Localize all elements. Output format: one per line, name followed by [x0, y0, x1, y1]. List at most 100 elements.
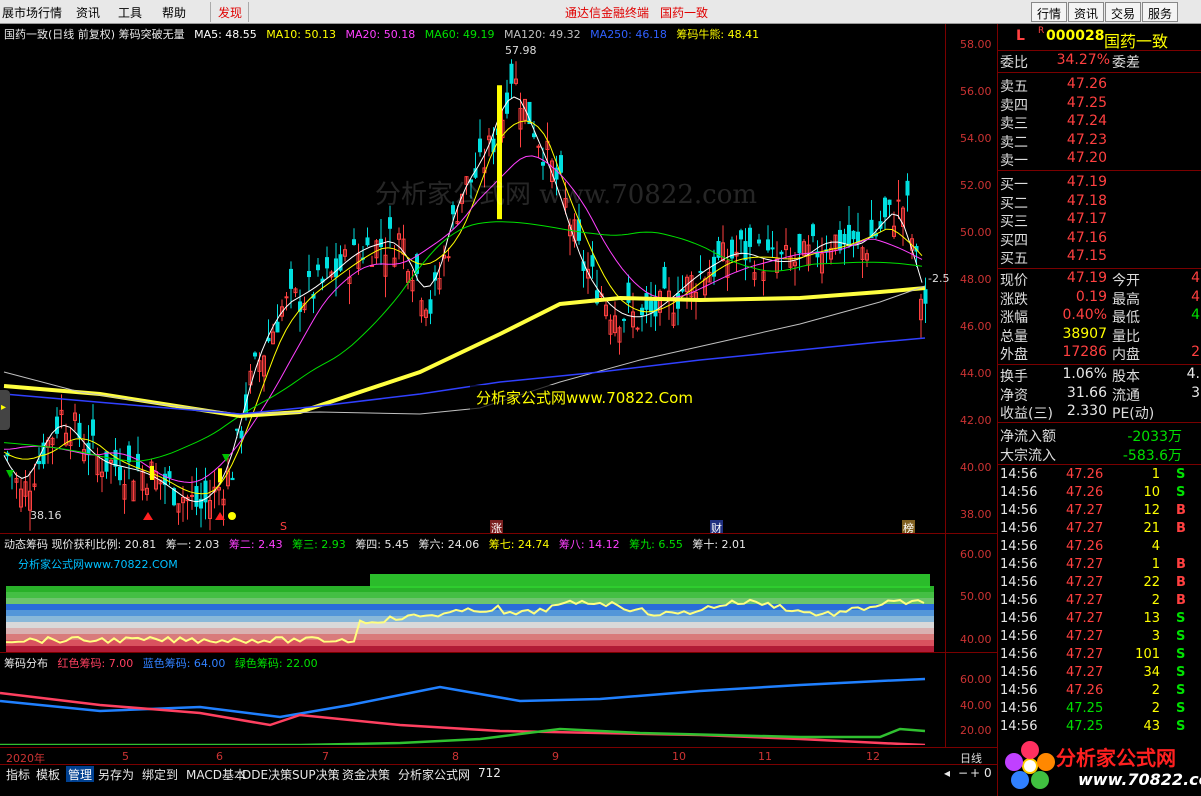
ask-row: 卖五 47.26 — [1000, 76, 1200, 95]
candle-body — [842, 233, 847, 245]
collapse-handle[interactable]: ▸ — [0, 390, 10, 430]
stock-code-row: L R 000028 国药一致 — [1000, 26, 1200, 51]
bid-row: 买三 47.17 — [1000, 211, 1200, 230]
candle-body — [559, 155, 563, 173]
stat-value: 47.19 — [1066, 270, 1107, 286]
tab-dde[interactable]: DDE决策 — [242, 766, 292, 783]
app-title: 通达信金融终端 — [565, 6, 650, 20]
tick-volume: 3 — [1151, 629, 1160, 644]
bid-label: 买一 — [1000, 177, 1028, 193]
menu-discover[interactable]: 发现 — [218, 4, 242, 21]
bid-price: 47.17 — [1066, 211, 1107, 227]
tick-flag: B — [1176, 593, 1186, 608]
stat-label-2: 量比 — [1112, 328, 1140, 345]
btn-quote[interactable]: 行情 — [1031, 2, 1068, 22]
candle-body — [352, 239, 356, 246]
site-logo: 分析家公式网 www.70822.com — [1000, 738, 1201, 794]
tick-list[interactable]: 14:56 47.26 1 S 14:56 47.26 10 S 14:56 47.27 12 B 14… — [998, 467, 1201, 747]
menu-market[interactable]: 展市场行情 — [2, 4, 62, 21]
kline-canvas[interactable] — [0, 42, 945, 532]
chip-band-top — [370, 574, 930, 588]
stat2-row: 收益(三) 2.330 PE(动) — [1000, 403, 1200, 422]
tick-row: 14:56 47.25 2 S — [1000, 701, 1190, 719]
tick-flag: B — [1176, 557, 1186, 572]
right-mark: -2.5 — [928, 272, 950, 285]
tab-indicator[interactable]: 指标 — [6, 766, 30, 783]
candle-body — [253, 352, 257, 357]
menu-news[interactable]: 资讯 — [76, 4, 100, 21]
flow-row: 大宗流入 -583.6万 — [1000, 445, 1200, 464]
tick-price: 47.26 — [1066, 539, 1104, 554]
tick-row: 14:56 47.26 1 S — [1000, 467, 1190, 485]
tab-712[interactable]: 712 — [478, 766, 501, 780]
ask-row: 卖一 47.20 — [1000, 150, 1200, 169]
candle-body — [739, 230, 743, 240]
tick-volume: 2 — [1151, 701, 1160, 716]
bid-row: 买一 47.19 — [1000, 174, 1200, 193]
reset-icon[interactable]: 0 — [984, 766, 992, 780]
kline-pane[interactable]: 国药一致(日线 前复权) 筹码突破无量 MA5: 48.55 MA10: 50.… — [0, 24, 997, 536]
dist-axis-20: 20.00 — [960, 724, 992, 737]
bid-row: 买四 47.16 — [1000, 229, 1200, 249]
watermark-big: 分析家公式网 www.70822.com — [375, 180, 758, 210]
btn-news[interactable]: 资讯 — [1068, 2, 1105, 22]
candle-body — [91, 419, 95, 436]
tick-volume: 2 — [1151, 683, 1160, 698]
btn-service[interactable]: 服务 — [1142, 2, 1179, 22]
tick-flag: S — [1176, 701, 1186, 716]
tick-row: 14:56 47.26 10 S — [1000, 485, 1190, 503]
ma120-label: MA120: 49.32 — [503, 28, 581, 41]
menu-tools[interactable]: 工具 — [118, 4, 142, 21]
candle-body — [856, 231, 860, 243]
divider — [998, 50, 1201, 51]
scroll-left-icon[interactable]: ◂ — [944, 766, 950, 780]
zoom-out-icon[interactable]: − — [958, 766, 968, 780]
chip-pane[interactable]: 动态筹码 现价获利比例: 20.81 筹一: 2.03 筹二: 2.43 筹三:… — [0, 534, 997, 652]
dist-canvas[interactable] — [0, 669, 945, 745]
zoom-in-icon[interactable]: + — [970, 766, 980, 780]
tab-fund[interactable]: 资金决策 — [342, 766, 390, 783]
candle-body — [766, 239, 770, 251]
price-tick-label: 40.00 — [960, 461, 992, 474]
tick-flag: B — [1176, 521, 1186, 536]
candle-body — [887, 199, 892, 205]
menu-help[interactable]: 帮助 — [162, 4, 186, 21]
candle-body — [649, 300, 653, 313]
tab-save-as[interactable]: 另存为 — [98, 766, 134, 783]
tick-row: 14:56 47.27 22 B — [1000, 575, 1190, 593]
stat2-label-2: PE(动) — [1112, 406, 1155, 422]
bid-price: 47.18 — [1066, 192, 1107, 209]
tab-template[interactable]: 模板 — [36, 766, 60, 783]
candle-body — [334, 258, 338, 278]
tab-sup[interactable]: SUP决策 — [292, 766, 340, 783]
chip-canvas[interactable] — [0, 552, 945, 652]
tick-price: 47.26 — [1066, 485, 1104, 500]
stat-value: 38907 — [1062, 325, 1107, 342]
tab-fxj[interactable]: 分析家公式网 — [398, 766, 470, 783]
ask-label: 卖五 — [1000, 79, 1028, 95]
tick-price: 47.25 — [1066, 701, 1104, 716]
stat-value-2: 4 — [1191, 270, 1200, 286]
high-price-label: 57.98 — [505, 44, 537, 57]
candle-body — [428, 299, 433, 314]
divider — [998, 364, 1201, 365]
tab-macd[interactable]: MACD基本 — [186, 766, 246, 783]
chip-band — [6, 616, 934, 622]
stat-label-2: 最低 — [1112, 310, 1140, 326]
candle-body — [847, 224, 851, 247]
divider — [998, 72, 1201, 73]
stat-row: 外盘 17286 内盘 2 — [1000, 344, 1200, 363]
btn-trade[interactable]: 交易 — [1105, 2, 1142, 22]
ask-row: 卖三 47.24 — [1000, 113, 1200, 132]
bid-price: 47.16 — [1066, 229, 1107, 246]
green-chip-line — [0, 727, 926, 745]
tab-bind-to[interactable]: 绑定到 — [142, 766, 178, 783]
candle-body — [446, 256, 451, 259]
tick-time: 14:56 — [1000, 719, 1038, 734]
tick-row: 14:56 47.26 2 S — [1000, 683, 1190, 701]
tab-manage[interactable]: 管理 — [66, 766, 95, 783]
menu-bar: 展市场行情 资讯 工具 帮助 发现 通达信金融终端 国药一致 行情 资讯 交易 … — [0, 0, 1201, 24]
dist-pane[interactable]: 筹码分布 红色筹码: 7.00 蓝色筹码: 64.00 绿色筹码: 22.00 … — [0, 653, 997, 747]
candle-body — [662, 266, 667, 289]
price-tick-label: 52.00 — [960, 179, 992, 192]
